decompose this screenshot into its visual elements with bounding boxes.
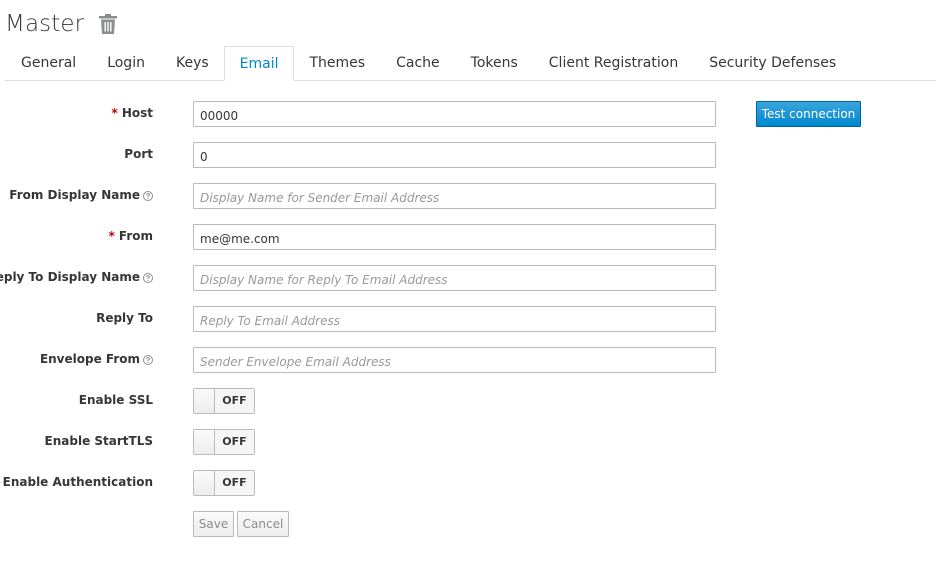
toggle-state-label: OFF [215,389,254,413]
tab-cache[interactable]: Cache [380,46,455,80]
enable-ssl-label-text: Enable SSL [78,393,153,407]
form-actions-row: Save Cancel [0,511,936,537]
reply-to-label-text: Reply To [96,311,153,325]
tab-themes[interactable]: Themes [294,46,381,80]
envelope-from-label-text: Envelope From [39,352,140,366]
enable-starttls-row: Enable StartTLS OFF [0,429,936,455]
cancel-button[interactable]: Cancel [237,511,289,537]
toggle-state-label: OFF [215,430,254,454]
envelope-from-input[interactable] [193,347,716,373]
from-label-text: From [118,229,153,243]
help-icon[interactable] [143,190,153,201]
page-title: Master [5,11,85,37]
port-input[interactable] [193,142,716,168]
realm-settings-tabs: General Login Keys Email Themes Cache To… [5,46,936,81]
from-display-name-label-text: From Display Name [9,188,140,202]
tab-email[interactable]: Email [223,46,294,81]
required-marker: * [111,106,118,120]
reply-to-input[interactable] [193,306,716,332]
envelope-from-label: Envelope From [40,352,153,366]
tab-client-registration[interactable]: Client Registration [533,46,693,80]
required-marker: * [108,229,115,243]
host-input[interactable] [193,101,716,127]
reply-to-row: Reply To [0,306,936,332]
from-row: * From [0,224,936,250]
reply-to-display-name-label-text: Reply To Display Name [0,270,140,284]
reply-to-display-name-input[interactable] [193,265,716,291]
reply-to-display-name-row: Reply To Display Name [0,265,936,291]
help-icon[interactable] [143,272,153,283]
from-display-name-input[interactable] [193,183,716,209]
reply-to-display-name-label: Reply To Display Name [0,270,153,284]
page-header: Master [5,9,118,39]
tab-general[interactable]: General [5,46,91,80]
enable-ssl-label: Enable SSL [79,393,153,407]
enable-ssl-row: Enable SSL OFF [0,388,936,414]
port-label: Port [124,147,153,161]
from-display-name-row: From Display Name [0,183,936,209]
tab-keys[interactable]: Keys [160,46,224,80]
enable-starttls-toggle[interactable]: OFF [193,429,255,455]
tab-login[interactable]: Login [91,46,160,80]
from-input[interactable] [193,224,716,250]
enable-starttls-label: Enable StartTLS [45,434,153,448]
trash-icon[interactable] [99,14,118,34]
test-connection-button[interactable]: Test connection [756,101,861,127]
help-icon[interactable] [143,354,153,365]
from-label: * From [109,229,153,243]
host-row: * Host Test connection [0,101,936,127]
tab-security-defenses[interactable]: Security Defenses [693,46,851,80]
enable-authentication-toggle[interactable]: OFF [193,470,255,496]
enable-starttls-label-text: Enable StartTLS [44,434,153,448]
toggle-state-label: OFF [215,471,254,495]
tab-tokens[interactable]: Tokens [455,46,533,80]
toggle-handle [194,430,215,454]
email-settings-page: Master General Login Keys Email Themes C… [0,0,936,565]
host-label: * Host [112,106,153,120]
reply-to-label: Reply To [96,311,153,325]
enable-authentication-label: Enable Authentication [3,475,153,489]
enable-authentication-label-text: Enable Authentication [2,475,153,489]
toggle-handle [194,389,215,413]
from-display-name-label: From Display Name [9,188,153,202]
enable-ssl-toggle[interactable]: OFF [193,388,255,414]
save-button[interactable]: Save [193,511,234,537]
envelope-from-row: Envelope From [0,347,936,373]
host-label-text: Host [121,106,153,120]
toggle-handle [194,471,215,495]
enable-authentication-row: Enable Authentication OFF [0,470,936,496]
port-row: Port [0,142,936,168]
port-label-text: Port [124,147,153,161]
